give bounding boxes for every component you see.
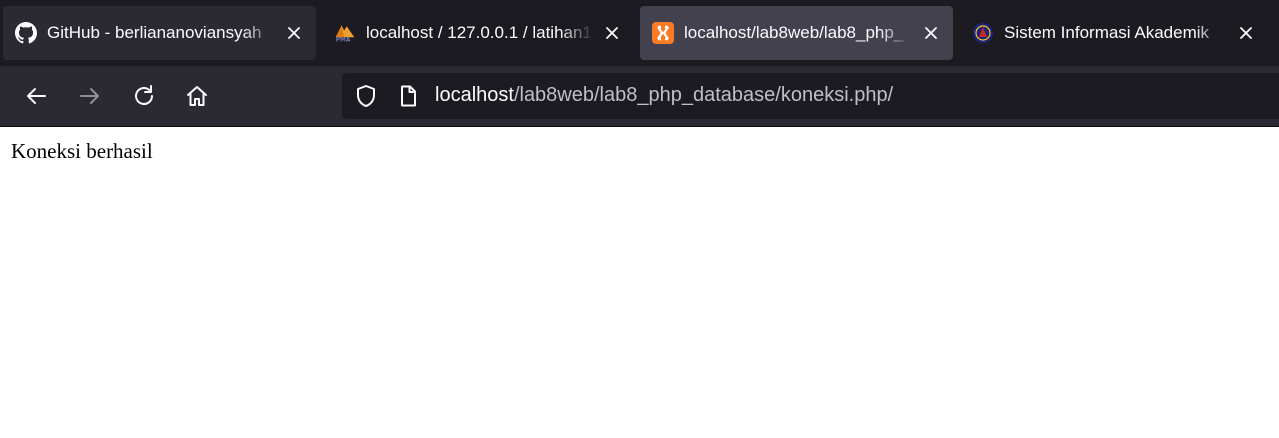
connection-status-text: Koneksi berhasil bbox=[11, 139, 153, 163]
tab-lab8web[interactable]: localhost/lab8web/lab8_php_ bbox=[640, 6, 953, 60]
page-content: Koneksi berhasil bbox=[0, 127, 1279, 438]
close-icon[interactable] bbox=[600, 21, 624, 45]
reload-button[interactable] bbox=[127, 79, 161, 113]
tab-title: localhost / 127.0.0.1 / latihan1 bbox=[366, 23, 592, 42]
arrow-left-icon bbox=[27, 88, 46, 104]
phpmyadmin-icon: PMA bbox=[334, 22, 356, 44]
github-icon bbox=[15, 22, 37, 44]
home-button[interactable] bbox=[180, 79, 214, 113]
back-button[interactable] bbox=[19, 79, 53, 113]
page-icon[interactable] bbox=[396, 84, 420, 108]
reload-icon bbox=[135, 85, 153, 105]
url-path: /lab8web/lab8_php_database/koneksi.php/ bbox=[513, 84, 894, 106]
tab-siakad[interactable]: Sistem Informasi Akademik bbox=[960, 6, 1268, 60]
tab-github[interactable]: GitHub - berliananoviansyah bbox=[3, 6, 316, 60]
close-icon[interactable] bbox=[919, 21, 943, 45]
tab-title: localhost/lab8web/lab8_php_ bbox=[684, 23, 904, 42]
forward-button[interactable] bbox=[73, 79, 107, 113]
xampp-icon bbox=[652, 22, 674, 44]
close-icon[interactable] bbox=[1234, 21, 1258, 45]
svg-text:PMA: PMA bbox=[336, 37, 351, 43]
home-icon bbox=[187, 86, 207, 106]
url-text[interactable]: localhost/lab8web/lab8_php_database/kone… bbox=[435, 84, 893, 107]
tab-title: GitHub - berliananoviansyah bbox=[47, 23, 262, 42]
university-icon bbox=[972, 22, 994, 44]
tab-strip: GitHub - berliananoviansyah PMA localhos… bbox=[0, 0, 1279, 66]
navigation-toolbar: localhost/lab8web/lab8_php_database/kone… bbox=[0, 66, 1279, 127]
url-bar[interactable]: localhost/lab8web/lab8_php_database/kone… bbox=[342, 73, 1279, 119]
shield-icon[interactable] bbox=[354, 84, 378, 108]
close-icon[interactable] bbox=[282, 21, 306, 45]
tab-title: Sistem Informasi Akademik bbox=[1004, 23, 1210, 42]
tab-phpmyadmin[interactable]: PMA localhost / 127.0.0.1 / latihan1 bbox=[322, 6, 634, 60]
arrow-right-icon bbox=[80, 88, 99, 104]
url-host: localhost bbox=[435, 84, 514, 106]
